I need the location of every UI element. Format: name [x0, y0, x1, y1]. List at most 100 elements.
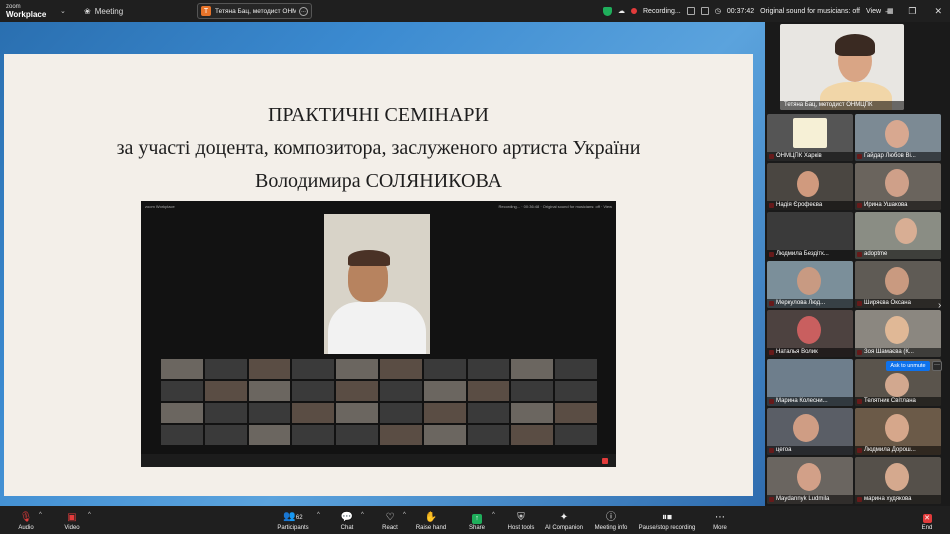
participant-face [885, 169, 909, 197]
active-speaker-tile[interactable]: Тетяна Бац, методист ОНМЦПК [780, 24, 904, 110]
embedded-tile [292, 403, 335, 423]
participant-tile[interactable]: Maydannyk Ludmila [767, 457, 853, 504]
sparkle-icon: ✦ [559, 512, 569, 523]
speaker-name: Тетяна Бац, методист ОНМЦПК [780, 101, 904, 110]
maximize-icon[interactable]: ❐ [908, 6, 916, 17]
participant-tile[interactable]: adoptme [855, 212, 941, 259]
slide-subtitle: за участі доцента, композитора, заслужен… [116, 137, 641, 159]
participants-button[interactable]: 👥62 Participants [272, 506, 314, 534]
video-button[interactable]: ▣ Video [58, 506, 86, 534]
participant-face [797, 267, 821, 295]
participant-tile[interactable]: цегоа [767, 408, 853, 455]
meeting-toolbar: 🎙 Audio ^ ▣ Video ^ 👥62 Participants ^ 💬… [0, 506, 950, 534]
host-chip[interactable]: T Тетяна Бац, методист ОНМЦПК … [197, 3, 312, 19]
embedded-end-icon [602, 458, 608, 464]
participant-tile[interactable]: ОНМЦПК Харків [767, 114, 853, 161]
muted-microphone-icon: 🎙 [19, 512, 33, 523]
raise-hand-button[interactable]: ✋ Raise hand [416, 506, 446, 534]
participant-tile[interactable]: Марина Колесни... [767, 359, 853, 406]
audio-options-chevron-icon[interactable]: ^ [39, 512, 42, 518]
participant-gallery: Тетяна Бац, методист ОНМЦПК ОНМЦПК Харкі… [765, 22, 950, 506]
share-button[interactable]: ↑ Share [464, 506, 490, 534]
participant-tile[interactable]: Надія Єрофеєва [767, 163, 853, 210]
participant-tile[interactable]: Гайдар Любов Ві... [855, 114, 941, 161]
presentation-slide: ПРАКТИЧНІ СЕМІНАРИ за участі доцента, ко… [4, 54, 753, 496]
embedded-tile [467, 403, 510, 423]
embedded-tile [248, 403, 291, 423]
hand-icon: ✋ [424, 512, 438, 523]
chat-options-chevron-icon[interactable]: ^ [361, 512, 364, 518]
embedded-meeting-screenshot: zoom Workplace Recording... · 00:36:48 ·… [141, 201, 616, 467]
participant-face [885, 414, 909, 442]
zoom-window: zoom Workplace ⌄ ❀ Meeting T Тетяна Бац,… [0, 0, 950, 534]
original-sound-label[interactable]: Original sound for musicians: off [760, 8, 860, 15]
embedded-tile [379, 359, 422, 379]
participant-tile[interactable]: Ирина Ушакова [855, 163, 941, 210]
ai-companion-button[interactable]: ✦ AI Companion [543, 506, 585, 534]
speaker-hair [835, 34, 875, 56]
embedded-tile [423, 381, 466, 401]
security-shield-icon[interactable] [603, 6, 612, 16]
meeting-timer: 00:37:42 [726, 7, 755, 15]
recording-label: Recording... [643, 7, 681, 15]
host-options-icon[interactable]: … [299, 6, 308, 16]
participant-tile[interactable]: Людмила Дорош... [855, 408, 941, 455]
participant-tile[interactable]: Меркулова Люд... [767, 261, 853, 308]
embedded-tile [555, 403, 597, 423]
embedded-tile [555, 359, 597, 379]
ask-to-unmute-button[interactable]: Ask to unmute [886, 361, 930, 371]
embedded-tile [292, 425, 335, 445]
participant-face [885, 120, 909, 148]
close-icon[interactable]: ✕ [934, 6, 942, 17]
video-off-icon: ▣ [67, 512, 77, 523]
more-button[interactable]: ⋯ More [710, 506, 730, 534]
participant-face [885, 373, 909, 397]
gallery-next-page-icon[interactable]: › [938, 300, 941, 311]
audio-button[interactable]: 🎙 Audio [12, 506, 40, 534]
meeting-menu-button[interactable]: ❀ Meeting [84, 7, 123, 16]
host-name: Тетяна Бац, методист ОНМЦПК [215, 7, 296, 15]
video-options-chevron-icon[interactable]: ^ [88, 512, 91, 518]
embedded-tile [161, 403, 203, 423]
share-arrow-icon: ↑ [472, 514, 482, 524]
participants-options-chevron-icon[interactable]: ^ [317, 512, 320, 518]
participant-tile[interactable]: Наталья Волик [767, 310, 853, 357]
participant-tile[interactable]: Людмила Бездітк... [767, 212, 853, 259]
react-options-chevron-icon[interactable]: ^ [403, 512, 406, 518]
window-controls: – ❐ ✕ [885, 0, 942, 22]
end-meeting-button[interactable]: ✕ End [918, 506, 936, 534]
logo-menu-chevron-icon[interactable]: ⌄ [60, 7, 70, 15]
shield-icon: ⛨ [517, 512, 525, 523]
embedded-speaker-video [324, 214, 430, 354]
end-icon: ✕ [922, 514, 932, 523]
stop-recording-icon[interactable] [700, 7, 709, 15]
more-dots-icon: ⋯ [715, 512, 725, 523]
embedded-tile [511, 381, 554, 401]
embedded-tile [467, 359, 510, 379]
meeting-info-button[interactable]: ⓘ Meeting info [593, 506, 629, 534]
participant-tile[interactable]: марина худякова [855, 457, 941, 504]
pause-stop-recording-button[interactable]: ⏸⏹ Pause/stop recording [638, 506, 696, 534]
embedded-tile [555, 381, 597, 401]
embedded-tile [161, 381, 203, 401]
participant-face [797, 316, 821, 344]
embedded-tile [511, 359, 554, 379]
host-tools-button[interactable]: ⛨ Host tools [507, 506, 535, 534]
share-options-chevron-icon[interactable]: ^ [492, 512, 495, 518]
embedded-tile [248, 425, 291, 445]
participant-tile[interactable]: Зоя Шамаєва (К... [855, 310, 941, 357]
cloud-icon: ☁ [618, 8, 625, 15]
chat-button[interactable]: 💬 Chat [332, 506, 362, 534]
react-button[interactable]: ♡ React [376, 506, 404, 534]
pause-recording-icon[interactable] [686, 7, 695, 15]
participant-face [797, 171, 819, 197]
participant-tile[interactable]: Ширяєва Оксана [855, 261, 941, 308]
embedded-tile [423, 403, 466, 423]
embedded-speaker-body [328, 302, 426, 354]
shared-screen: ПРАКТИЧНІ СЕМІНАРИ за участі доцента, ко… [0, 22, 765, 506]
embedded-tile [292, 381, 335, 401]
embedded-speaker-hair [348, 250, 390, 266]
view-button[interactable]: View [866, 8, 881, 15]
minimize-icon[interactable]: – [885, 6, 890, 16]
more-options-icon[interactable]: ··· [932, 361, 942, 371]
